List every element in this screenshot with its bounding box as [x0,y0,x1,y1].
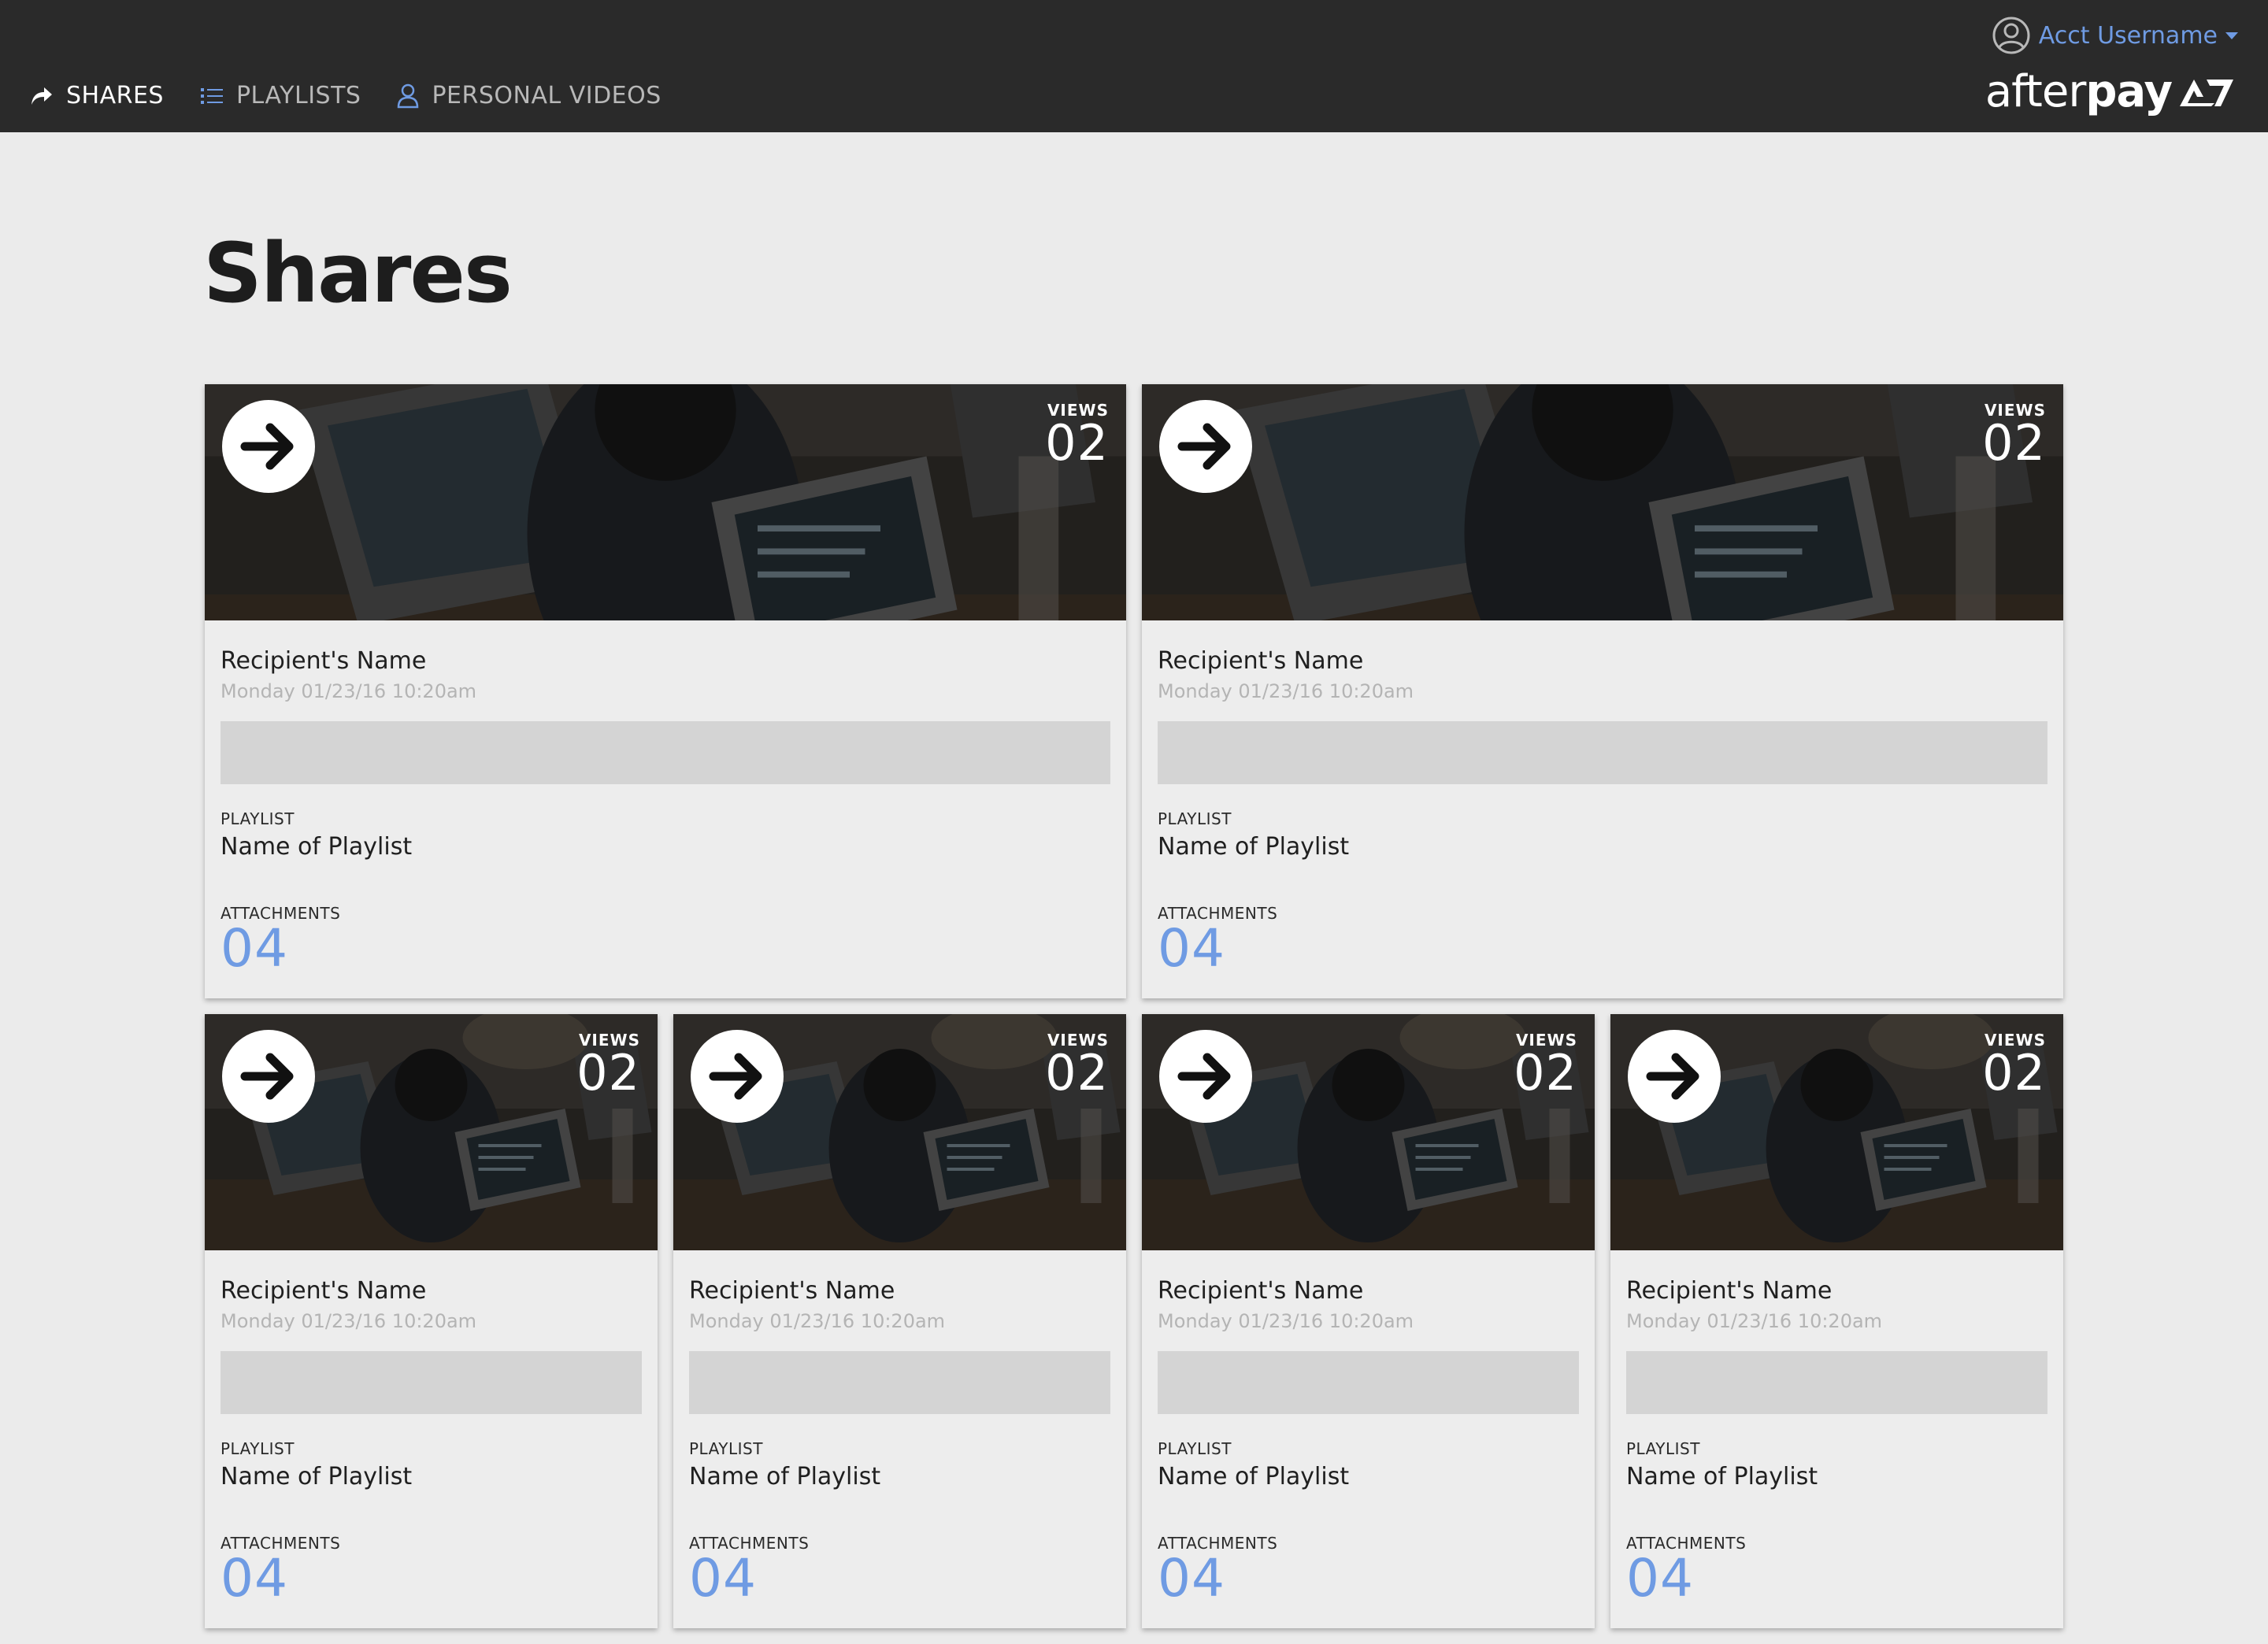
views-count: 02 [1982,1044,2046,1102]
play-button[interactable] [1628,1030,1721,1123]
account-username: Acct Username [2038,21,2218,50]
list-icon [200,87,223,104]
account-circle-icon [1992,17,2030,54]
views-count: 02 [1982,414,2046,472]
playlist-name[interactable]: Name of Playlist [220,833,412,861]
video-thumbnail[interactable]: VIEWS 02 [1142,384,2063,620]
video-thumbnail[interactable]: VIEWS 02 [673,1014,1126,1250]
share-card[interactable]: VIEWS 02 Recipient's Name Monday 01/23/1… [205,1014,658,1628]
attachments-count: 04 [220,918,288,979]
thumbnail-photo [1142,384,2063,620]
recipient-name: Recipient's Name [220,647,427,675]
playlist-name[interactable]: Name of Playlist [1158,1463,1349,1490]
views-count: 02 [1045,1044,1109,1102]
message-placeholder [1626,1351,2048,1414]
share-date: Monday 01/23/16 10:20am [1626,1310,1883,1332]
video-thumbnail[interactable]: VIEWS 02 [1142,1014,1595,1250]
attachments-count: 04 [220,1548,288,1609]
video-thumbnail[interactable]: VIEWS 02 [1610,1014,2063,1250]
views-count: 02 [576,1044,640,1102]
playlist-name[interactable]: Name of Playlist [1158,833,1349,861]
message-placeholder [220,721,1110,784]
playlist-label: PLAYLIST [1626,1439,1700,1458]
playlist-name[interactable]: Name of Playlist [220,1463,412,1490]
views-counter: VIEWS 02 [1982,1031,2046,1098]
playlist-label: PLAYLIST [1158,1439,1232,1458]
share-date: Monday 01/23/16 10:20am [220,680,477,702]
play-button[interactable] [222,400,315,493]
share-card[interactable]: VIEWS 02 Recipient's Name Monday 01/23/1… [1142,1014,1595,1628]
recipient-name: Recipient's Name [689,1277,895,1305]
video-thumbnail[interactable]: VIEWS 02 [205,384,1126,620]
logo-text-after: after [1984,66,2086,117]
user-icon [398,83,419,108]
nav-label-playlists: PLAYLISTS [235,82,361,109]
afterpay-logo: after pay [1985,66,2235,117]
nav-item-playlists[interactable]: PLAYLISTS [200,82,361,109]
attachments-count: 04 [1626,1548,1694,1609]
arrow-right-icon [1177,423,1231,470]
afterpay-mark-icon [2180,79,2233,106]
play-button[interactable] [1159,400,1252,493]
chevron-down-icon [2225,31,2238,39]
playlist-label: PLAYLIST [220,809,295,828]
play-button[interactable] [222,1030,315,1123]
share-card[interactable]: VIEWS 02 Recipient's Name Monday 01/23/1… [205,384,1126,998]
recipient-name: Recipient's Name [1158,1277,1364,1305]
nav-item-personal-videos[interactable]: PERSONAL VIDEOS [397,82,661,109]
views-counter: VIEWS 02 [1045,1031,1109,1098]
play-button[interactable] [691,1030,784,1123]
thumbnail-photo [205,384,1126,620]
recipient-name: Recipient's Name [1158,647,1364,675]
playlist-name[interactable]: Name of Playlist [689,1463,880,1490]
page-title: Shares [203,225,513,321]
views-counter: VIEWS 02 [1045,402,1109,468]
arrow-right-icon [1646,1053,1699,1100]
playlist-label: PLAYLIST [689,1439,763,1458]
message-placeholder [689,1351,1110,1414]
share-card[interactable]: VIEWS 02 Recipient's Name Monday 01/23/1… [673,1014,1126,1628]
arrow-right-icon [240,423,294,470]
message-placeholder [1158,1351,1579,1414]
main-nav: SHARES PLAYLISTS PERSONAL VIDEOS [30,82,698,109]
views-counter: VIEWS 02 [1514,1031,1577,1098]
attachments-count: 04 [1158,918,1225,979]
share-date: Monday 01/23/16 10:20am [220,1310,477,1332]
message-placeholder [220,1351,642,1414]
views-counter: VIEWS 02 [1982,402,2046,468]
attachments-count: 04 [689,1548,757,1609]
nav-label-personal-videos: PERSONAL VIDEOS [432,82,662,109]
nav-item-shares[interactable]: SHARES [30,82,164,109]
share-card[interactable]: VIEWS 02 Recipient's Name Monday 01/23/1… [1610,1014,2063,1628]
share-date: Monday 01/23/16 10:20am [1158,680,1414,702]
message-placeholder [1158,721,2048,784]
share-date: Monday 01/23/16 10:20am [689,1310,946,1332]
views-count: 02 [1045,414,1109,472]
playlist-label: PLAYLIST [1158,809,1232,828]
share-card[interactable]: VIEWS 02 Recipient's Name Monday 01/23/1… [1142,384,2063,998]
logo-text-pay: pay [2085,66,2173,117]
top-navigation-bar: SHARES PLAYLISTS PERSONAL VIDEOS Acct Us… [0,0,2268,132]
share-icon [32,87,52,105]
arrow-right-icon [240,1053,294,1100]
arrow-right-icon [709,1053,762,1100]
video-thumbnail[interactable]: VIEWS 02 [205,1014,658,1250]
views-counter: VIEWS 02 [576,1031,640,1098]
recipient-name: Recipient's Name [1626,1277,1833,1305]
nav-label-shares: SHARES [66,82,164,109]
play-button[interactable] [1159,1030,1252,1123]
playlist-name[interactable]: Name of Playlist [1626,1463,1818,1490]
arrow-right-icon [1177,1053,1231,1100]
account-menu[interactable]: Acct Username [1992,16,2238,55]
playlist-label: PLAYLIST [220,1439,295,1458]
recipient-name: Recipient's Name [220,1277,427,1305]
views-count: 02 [1514,1044,1577,1102]
share-date: Monday 01/23/16 10:20am [1158,1310,1414,1332]
attachments-count: 04 [1158,1548,1225,1609]
